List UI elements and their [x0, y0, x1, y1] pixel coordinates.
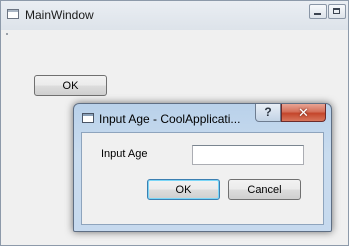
maximize-button[interactable]	[328, 4, 346, 19]
close-button[interactable]: ✕	[281, 104, 326, 122]
dialog-cancel-button[interactable]: Cancel	[228, 179, 301, 200]
input-age-dialog: Input Age - CoolApplicati... ? ✕ Input A…	[73, 103, 332, 232]
minimize-button[interactable]	[309, 4, 327, 19]
dialog-ok-button[interactable]: OK	[147, 179, 220, 200]
age-input[interactable]	[192, 145, 304, 165]
menu-bar	[1, 30, 348, 42]
dialog-app-icon	[82, 113, 94, 123]
close-icon: ✕	[298, 105, 309, 120]
desktop: MainWindow OK Input Age - CoolApplicati.…	[0, 0, 349, 246]
minimize-icon	[314, 13, 321, 15]
main-titlebar[interactable]: MainWindow	[1, 1, 348, 30]
app-icon	[7, 9, 19, 19]
help-icon: ?	[264, 105, 272, 119]
maximize-icon	[333, 8, 340, 14]
help-button[interactable]: ?	[255, 104, 281, 122]
menubar-grip	[6, 33, 8, 35]
dialog-title: Input Age - CoolApplicati...	[99, 112, 241, 126]
main-window-title: MainWindow	[25, 8, 94, 22]
dialog-client-area: Input Age OK Cancel	[81, 132, 324, 225]
main-ok-button[interactable]: OK	[34, 75, 107, 96]
age-label: Input Age	[101, 148, 148, 160]
dialog-titlebar[interactable]: Input Age - CoolApplicati... ? ✕	[74, 104, 331, 132]
